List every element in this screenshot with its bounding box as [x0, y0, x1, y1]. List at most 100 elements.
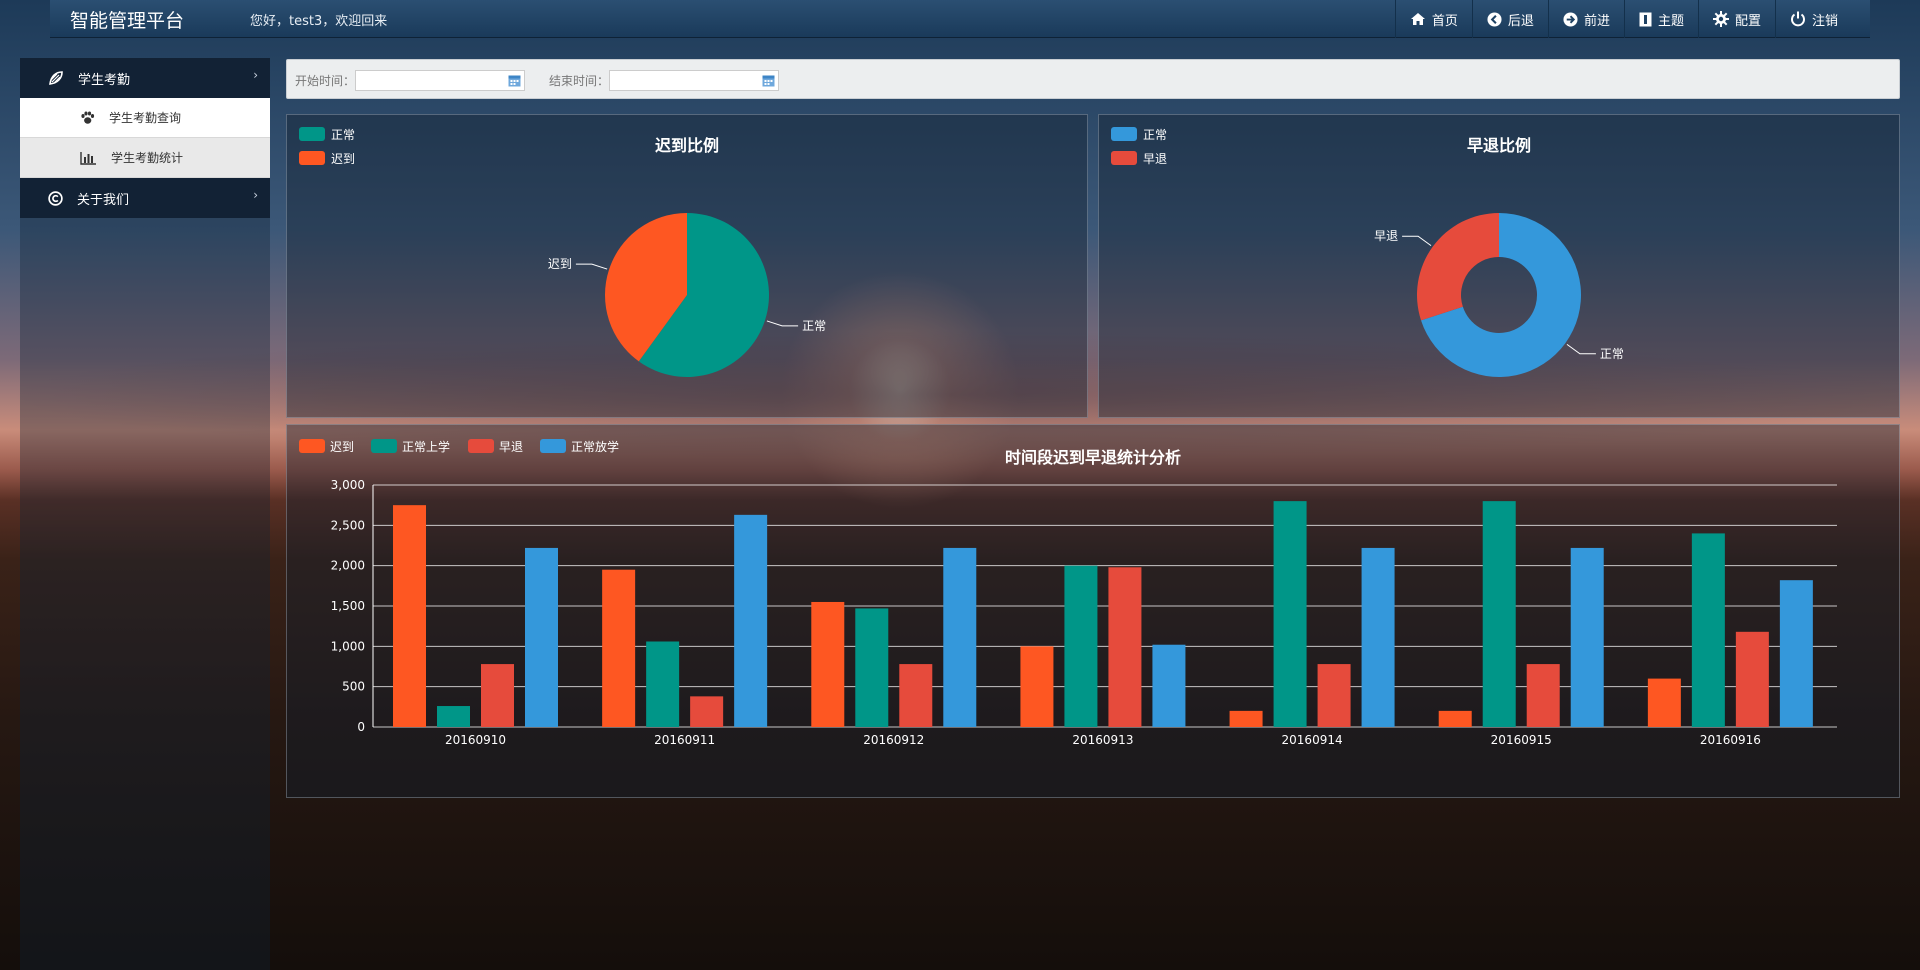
chart-title: 时间段迟到早退统计分析: [1005, 448, 1181, 467]
bar: [481, 664, 514, 727]
x-tick-label: 20160914: [1282, 733, 1343, 747]
arrow-left-icon: [1487, 11, 1502, 27]
bar: [1526, 664, 1560, 727]
sidebar-group-about[interactable]: 关于我们 ›: [20, 178, 270, 218]
slice-leader-line: [1402, 235, 1432, 247]
sidebar: 学生考勤 › 学生考勤查询 学生考勤统计 关于我们 ›: [20, 58, 270, 970]
bar: [1570, 547, 1604, 727]
sidebar-item-attendance-stats[interactable]: 学生考勤统计: [20, 138, 270, 178]
bar: [1108, 567, 1142, 727]
bar: [525, 547, 558, 727]
sidebar-group-label: 关于我们: [77, 192, 130, 208]
late-ratio-panel: 迟到比例 正常 迟到 正常 迟到: [286, 114, 1088, 418]
welcome-text: 您好，test3，欢迎回来: [250, 14, 388, 29]
legend-label: 迟到: [330, 440, 354, 454]
gear-icon: [1712, 11, 1729, 27]
x-tick-label: 20160913: [1072, 733, 1133, 747]
nav-theme-label: 主题: [1657, 13, 1684, 29]
bar: [437, 706, 470, 727]
slice-leader-line: [766, 320, 799, 327]
chevron-right-icon: ›: [253, 68, 258, 82]
legend-swatch: [1111, 151, 1137, 165]
legend-swatch: [299, 151, 325, 165]
bar: [393, 505, 426, 727]
nav-back-label: 后退: [1507, 13, 1534, 29]
legend-label: 迟到: [331, 152, 355, 166]
date-filter-bar: 开始时间： 结束时间：: [286, 59, 1900, 99]
legend-label: 正常上学: [402, 439, 450, 454]
bar: [1438, 710, 1472, 727]
late-ratio-chart: 迟到比例正常迟到正常迟到: [299, 127, 826, 377]
brand-title: 智能管理平台: [70, 10, 185, 32]
top-nav: 首页 后退 前进 主题 配置 注销: [1394, 0, 1870, 38]
sidebar-group-attendance[interactable]: 学生考勤 ›: [20, 58, 270, 98]
bar: [1779, 580, 1813, 727]
bar: [602, 569, 636, 727]
legend-label: 早退: [1143, 152, 1167, 166]
nav-config-button[interactable]: 配置: [1697, 0, 1775, 38]
arrow-right-icon: [1563, 11, 1578, 27]
nav-logout-button[interactable]: 注销: [1774, 0, 1870, 38]
paw-icon: [81, 111, 95, 124]
nav-theme-button[interactable]: 主题: [1623, 0, 1698, 38]
sidebar-item-attendance-query[interactable]: 学生考勤查询: [20, 98, 270, 138]
nav-home-button[interactable]: 首页: [1394, 0, 1472, 38]
bar: [734, 514, 768, 727]
bar: [1317, 664, 1351, 727]
bar: [1273, 501, 1307, 727]
start-time-label: 开始时间：: [295, 74, 356, 88]
bar: [1064, 565, 1098, 727]
bar: [1482, 501, 1516, 727]
legend-label: 正常: [1143, 128, 1167, 142]
nav-home-label: 首页: [1431, 13, 1458, 29]
nav-config-label: 配置: [1734, 13, 1761, 29]
sidebar-item-label: 学生考勤查询: [109, 111, 182, 125]
end-time-input[interactable]: [609, 70, 779, 91]
y-tick-label: 1,000: [331, 639, 365, 653]
legend-swatch: [540, 439, 566, 453]
period-stats-panel: 时间段迟到早退统计分析 迟到 正常上学 早退 正常放学 0 500 1,000 1,500 2,0…: [286, 424, 1900, 798]
x-tick-label: 20160916: [1700, 733, 1761, 747]
bar: [1735, 631, 1769, 727]
y-tick-label: 1,500: [331, 599, 365, 613]
bar: [1152, 644, 1186, 727]
bar: [1361, 547, 1395, 727]
x-tick-label: 20160910: [445, 733, 506, 747]
y-tick-label: 3,000: [331, 478, 365, 492]
bar-chart-icon: [80, 151, 96, 165]
copyright-icon: [48, 190, 63, 206]
legend-swatch: [1111, 127, 1137, 141]
theme-icon: [1639, 12, 1652, 26]
chart-title: 早退比例: [1467, 136, 1531, 155]
bar: [646, 641, 680, 727]
nav-logout-label: 注销: [1811, 13, 1838, 29]
nav-back-button[interactable]: 后退: [1471, 0, 1548, 38]
home-icon: [1410, 13, 1425, 25]
y-tick-label: 2,500: [331, 518, 365, 532]
legend-swatch: [299, 127, 325, 141]
y-tick-label: 500: [342, 680, 365, 694]
bar: [943, 547, 977, 727]
chart-title: 迟到比例: [655, 136, 719, 155]
x-tick-label: 20160912: [863, 733, 924, 747]
bar: [1229, 710, 1263, 727]
bar: [855, 608, 889, 727]
nav-forward-label: 前进: [1583, 13, 1610, 29]
slice-label: 正常: [1600, 347, 1624, 361]
end-time-label: 结束时间：: [549, 74, 610, 88]
legend-label: 正常放学: [571, 439, 619, 454]
slice-label: 早退: [1374, 229, 1398, 243]
nav-forward-button[interactable]: 前进: [1547, 0, 1624, 38]
bar: [1647, 678, 1681, 727]
calendar-icon[interactable]: [508, 74, 521, 87]
calendar-icon[interactable]: [762, 74, 775, 87]
top-navbar: 智能管理平台 您好，test3，欢迎回来 首页 后退 前进 主题 配置 注销: [50, 0, 1870, 38]
start-time-input[interactable]: [355, 70, 525, 91]
x-tick-label: 20160915: [1491, 733, 1552, 747]
leaf-icon: [49, 71, 63, 85]
legend-label: 正常: [331, 128, 355, 142]
slice-label: 正常: [802, 319, 826, 333]
y-tick-label: 2,000: [331, 559, 365, 573]
period-stats-chart: 时间段迟到早退统计分析 迟到 正常上学 早退 正常放学 0 500 1,000 1,500 2,0…: [299, 439, 1837, 747]
legend-swatch: [299, 439, 325, 453]
